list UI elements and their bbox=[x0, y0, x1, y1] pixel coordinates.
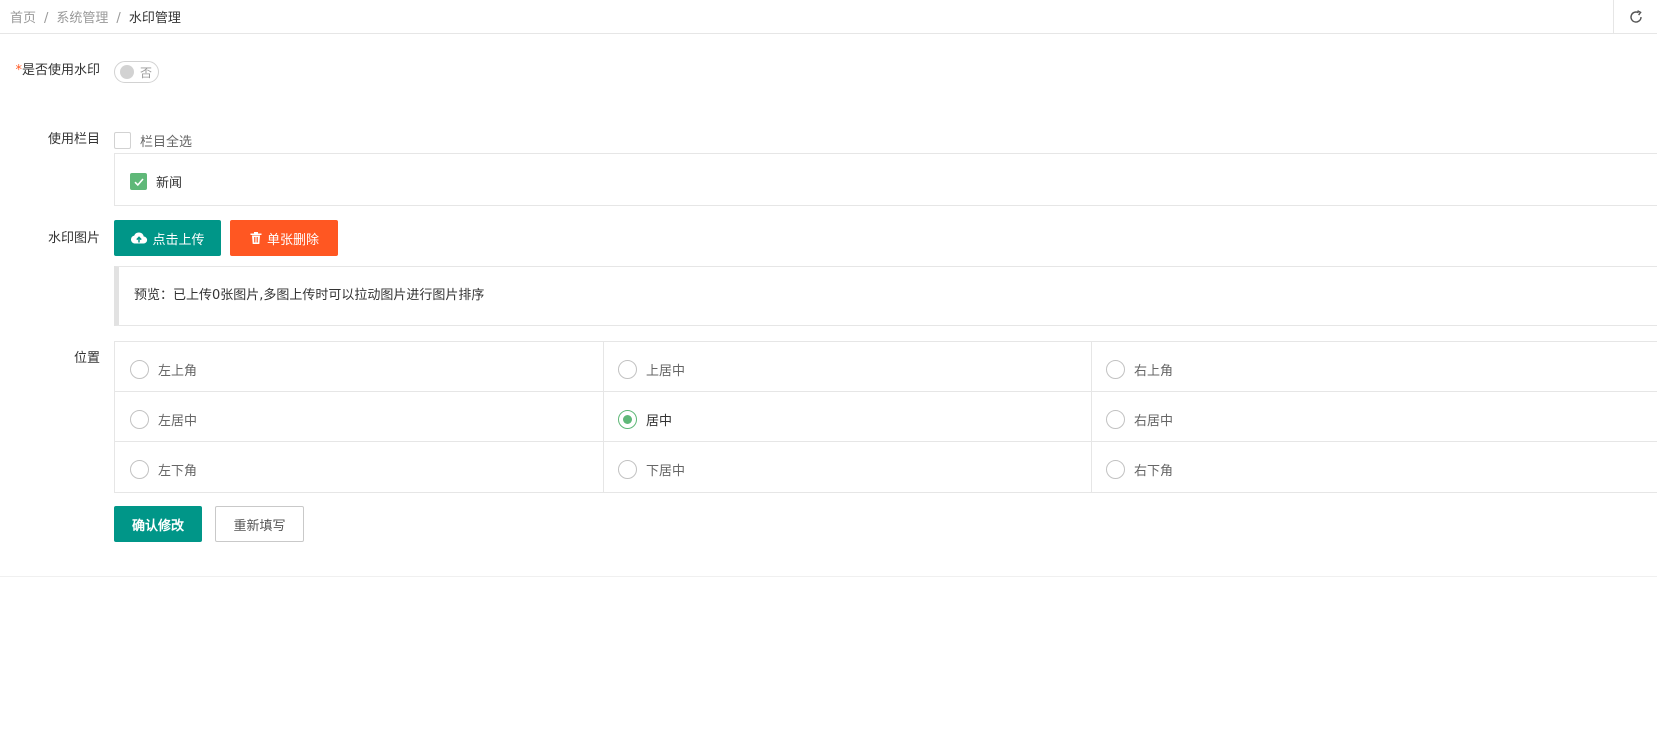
radio-button[interactable] bbox=[130, 459, 149, 479]
refresh-button[interactable] bbox=[1613, 0, 1657, 34]
checkbox-box[interactable] bbox=[114, 132, 131, 149]
columns-label: 使用栏目 bbox=[47, 132, 100, 147]
refresh-icon bbox=[1629, 10, 1642, 23]
watermark-image-label: 水印图片 bbox=[47, 231, 100, 246]
upload-button-label: 点击上传 bbox=[152, 232, 205, 248]
position-option-label: 上居中 bbox=[646, 363, 686, 379]
columns-list: 新闻 bbox=[114, 153, 1657, 206]
position-option-label: 右居中 bbox=[1134, 413, 1174, 429]
trash-icon bbox=[249, 231, 263, 245]
radio-button[interactable] bbox=[1106, 359, 1125, 379]
divider bbox=[0, 576, 1657, 577]
preview-text: 预览：已上传0张图片,多图上传时可以拉动图片进行图片排序 bbox=[134, 288, 485, 303]
select-all-columns-checkbox[interactable]: 栏目全选 bbox=[114, 131, 192, 150]
position-option-bottom-left[interactable]: 左下角 bbox=[115, 444, 603, 494]
position-option-center[interactable]: 居中 bbox=[603, 394, 1091, 444]
switch-knob bbox=[120, 65, 134, 79]
breadcrumb-current: 水印管理 bbox=[128, 11, 181, 26]
confirm-button[interactable]: 确认修改 bbox=[114, 506, 202, 542]
delete-single-button[interactable]: 单张删除 bbox=[230, 220, 338, 256]
position-option-label: 左居中 bbox=[158, 413, 198, 429]
upload-button[interactable]: 点击上传 bbox=[114, 220, 221, 256]
position-option-label: 左下角 bbox=[158, 463, 198, 479]
position-option-label: 居中 bbox=[646, 413, 673, 429]
cloud-upload-icon bbox=[130, 231, 148, 245]
position-option-bottom-right[interactable]: 右下角 bbox=[1091, 444, 1651, 494]
checkbox-box-checked[interactable] bbox=[130, 173, 147, 190]
watermark-toggle-switch[interactable]: 否 bbox=[114, 61, 159, 83]
reset-button[interactable]: 重新填写 bbox=[215, 506, 304, 542]
column-checkbox-news[interactable]: 新闻 bbox=[130, 172, 182, 191]
radio-button[interactable] bbox=[1106, 459, 1125, 479]
position-option-middle-left[interactable]: 左居中 bbox=[115, 394, 603, 444]
radio-button[interactable] bbox=[130, 359, 149, 379]
column-label: 新闻 bbox=[156, 176, 183, 191]
watermark-toggle-label: *是否使用水印 bbox=[15, 63, 100, 78]
switch-state-text: 否 bbox=[140, 66, 153, 80]
radio-button-selected[interactable] bbox=[618, 409, 637, 429]
position-option-label: 右上角 bbox=[1134, 363, 1174, 379]
breadcrumb-separator: / bbox=[116, 11, 121, 26]
breadcrumb-separator: / bbox=[44, 11, 49, 26]
radio-button[interactable] bbox=[1106, 409, 1125, 429]
breadcrumb: 首页 / 系统管理 / 水印管理 bbox=[10, 7, 181, 26]
position-option-top-right[interactable]: 右上角 bbox=[1091, 344, 1651, 394]
position-option-label: 右下角 bbox=[1134, 463, 1174, 479]
position-option-label: 下居中 bbox=[646, 463, 686, 479]
breadcrumb-section[interactable]: 系统管理 bbox=[56, 11, 108, 26]
position-option-bottom-center[interactable]: 下居中 bbox=[603, 444, 1091, 494]
check-icon bbox=[133, 177, 144, 186]
position-option-top-left[interactable]: 左上角 bbox=[115, 344, 603, 394]
position-option-top-center[interactable]: 上居中 bbox=[603, 344, 1091, 394]
image-preview-area: 预览：已上传0张图片,多图上传时可以拉动图片进行图片排序 bbox=[114, 266, 1657, 326]
breadcrumb-home[interactable]: 首页 bbox=[10, 11, 36, 26]
top-bar: 首页 / 系统管理 / 水印管理 bbox=[0, 0, 1657, 34]
radio-button[interactable] bbox=[130, 409, 149, 429]
position-option-label: 左上角 bbox=[158, 363, 198, 379]
position-label: 位置 bbox=[73, 351, 100, 366]
radio-button[interactable] bbox=[618, 459, 637, 479]
position-grid: 左上角 上居中 右上角 左居中 居中 右居中 左下角 下居中 右下角 bbox=[114, 341, 1657, 493]
delete-button-label: 单张删除 bbox=[266, 232, 319, 248]
select-all-label: 栏目全选 bbox=[140, 135, 193, 150]
radio-button[interactable] bbox=[618, 359, 637, 379]
position-option-middle-right[interactable]: 右居中 bbox=[1091, 394, 1651, 444]
